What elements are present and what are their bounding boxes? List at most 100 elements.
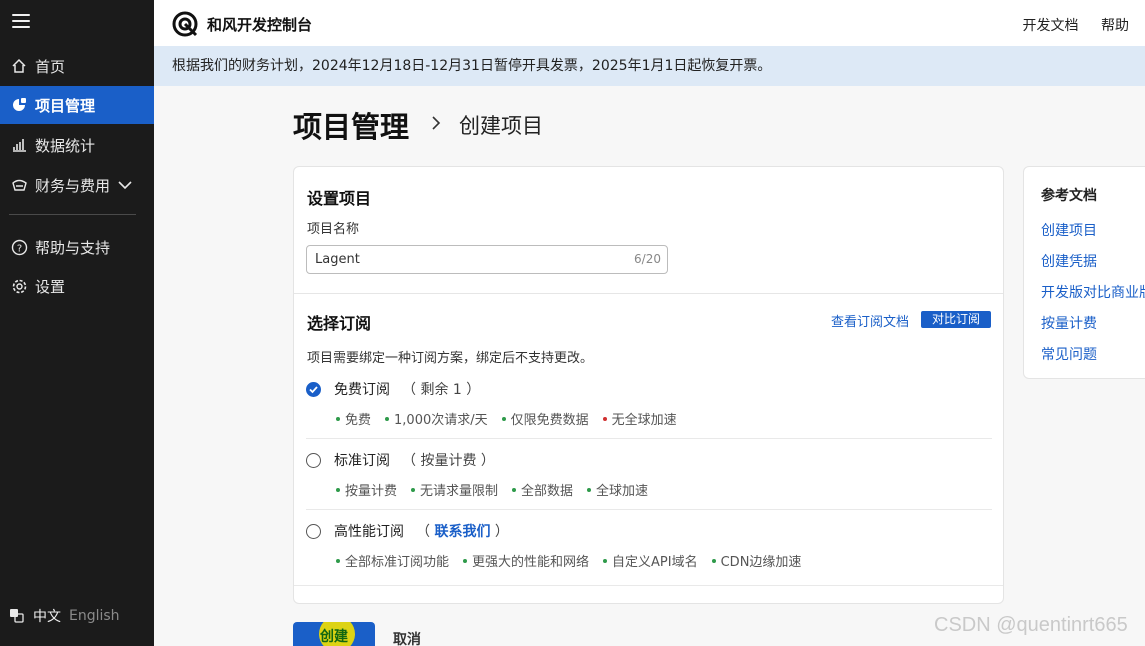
project-name-input[interactable]: Lagent 6/20: [306, 245, 668, 274]
page-title[interactable]: 项目管理: [293, 104, 409, 146]
bullet-dot: [587, 487, 592, 492]
plan-divider: [294, 585, 1003, 586]
cancel-button[interactable]: 取消: [393, 629, 421, 646]
language-switcher[interactable]: 中文 English: [9, 606, 120, 626]
feature-item: 无全球加速: [602, 409, 677, 428]
bullet-dot: [411, 487, 416, 492]
bullet-dot: [336, 558, 340, 563]
feature-text: 免费: [345, 413, 372, 428]
subscription-desc: 项目需要绑定一种订阅方案，绑定后不支持更改。: [307, 351, 594, 366]
compare-subscription-button[interactable]: 对比订阅: [921, 311, 991, 328]
sidebar-item-label: 首页: [35, 57, 66, 76]
bullet-dot: [336, 416, 340, 421]
sidebar-item-label: 帮助与支持: [35, 238, 111, 257]
feature-text: 仅限免费数据: [510, 413, 589, 428]
chevron-right-icon: [431, 115, 441, 136]
feature-item: 全部数据: [512, 480, 573, 499]
notice-banner: 根据我们的财务计划，2024年12月18日-12月31日暂停开具发票，2025年…: [154, 46, 1145, 86]
sidebar-item-projects[interactable]: 项目管理: [0, 86, 154, 124]
paren-open: （: [416, 524, 430, 540]
lang-en[interactable]: English: [69, 608, 120, 624]
create-button[interactable]: 创建: [293, 622, 375, 646]
reference-title: 参考文档: [1041, 188, 1097, 204]
feature-item: 全部标准订阅功能: [336, 551, 449, 570]
page-subtitle: 创建项目: [459, 114, 544, 138]
feature-text: 全球加速: [596, 484, 649, 499]
paren-close: ）: [480, 453, 495, 469]
sidebar-item-finance[interactable]: 财务与费用: [0, 166, 154, 204]
plan-note: （ 剩余 1 ）: [402, 379, 480, 399]
brand-title[interactable]: 和风开发控制台: [207, 14, 312, 35]
radio-unchecked-icon[interactable]: [306, 523, 321, 539]
plan-features: 全部标准订阅功能 更强大的性能和网络 自定义API域名 CDN边缘加速: [336, 551, 815, 570]
bullet-dot: [336, 487, 340, 492]
ref-link-create-credential[interactable]: 创建凭据: [1041, 251, 1097, 271]
bullet-dot: [602, 416, 607, 421]
plan-divider: [306, 509, 992, 510]
help-icon: ?: [10, 238, 28, 256]
setup-title: 设置项目: [307, 189, 372, 208]
sidebar-item-label: 财务与费用: [35, 176, 111, 195]
subscription-title: 选择订阅: [307, 314, 372, 333]
home-icon: [10, 57, 28, 75]
paren-open: （: [402, 382, 416, 398]
plan-divider: [306, 438, 992, 439]
feature-text: 更强大的性能和网络: [472, 555, 590, 570]
bullet-dot: [711, 558, 716, 563]
menu-icon[interactable]: [12, 14, 30, 30]
plan-note: （ 按量计费 ）: [402, 450, 495, 470]
ref-link-faq[interactable]: 常见问题: [1041, 344, 1097, 364]
feature-text: 无全球加速: [611, 413, 677, 428]
watermark: CSDN @quentinrt665: [934, 614, 1128, 636]
feature-text: 自定义API域名: [612, 555, 698, 570]
feature-item: 全球加速: [587, 480, 648, 499]
sidebar-item-stats[interactable]: 数据统计: [0, 126, 154, 164]
bullet-dot: [603, 558, 608, 563]
feature-text: 按量计费: [345, 484, 398, 499]
feature-item: 更强大的性能和网络: [463, 551, 589, 570]
ref-link-compare-editions[interactable]: 开发版对比商业版: [1041, 282, 1145, 302]
project-icon: [10, 96, 28, 114]
sidebar: 首页 项目管理 数据统计 财务与费用 ? 帮助与支持 设置 中文 English: [0, 0, 154, 646]
feature-text: CDN边缘加速: [720, 555, 802, 570]
sidebar-item-label: 项目管理: [35, 96, 96, 115]
top-links: 开发文档 帮助: [1005, 15, 1129, 35]
plan-note-text: 按量计费: [420, 453, 477, 469]
breadcrumb: 项目管理 创建项目: [293, 104, 543, 146]
wallet-icon: [10, 176, 28, 194]
feature-item: 1,000次请求/天: [385, 409, 488, 428]
plan-features: 按量计费 无请求量限制 全部数据 全球加速: [336, 480, 662, 499]
create-button-label: 创建: [320, 629, 348, 645]
gear-icon: [10, 277, 28, 295]
sidebar-item-label: 数据统计: [35, 136, 96, 155]
sidebar-item-settings[interactable]: 设置: [0, 267, 154, 305]
plan-features: 免费 1,000次请求/天 仅限免费数据 无全球加速: [336, 409, 691, 428]
sidebar-item-home[interactable]: 首页: [0, 47, 154, 85]
lang-zh[interactable]: 中文: [33, 606, 61, 626]
feature-text: 1,000次请求/天: [394, 413, 488, 428]
chevron-down-icon: [118, 176, 132, 194]
plan-name: 标准订阅: [334, 453, 390, 469]
project-name-value: Lagent: [315, 252, 360, 267]
plan-note-text: 剩余 1: [420, 382, 462, 398]
radio-unchecked-icon[interactable]: [306, 452, 321, 468]
paren-close: ）: [466, 382, 481, 398]
sidebar-item-help[interactable]: ? 帮助与支持: [0, 228, 154, 266]
plan-note: （ 联系我们 ）: [416, 521, 509, 541]
docs-link[interactable]: 开发文档: [1023, 18, 1079, 34]
bullet-dot: [512, 487, 517, 492]
chart-icon: [10, 136, 28, 154]
paren-close: ）: [494, 524, 509, 540]
feature-item: 按量计费: [336, 480, 397, 499]
radio-checked-icon[interactable]: [306, 381, 321, 397]
ref-link-create-project[interactable]: 创建项目: [1041, 220, 1097, 240]
feature-text: 全部标准订阅功能: [345, 555, 450, 570]
contact-us-link[interactable]: 联系我们: [434, 524, 490, 540]
help-link[interactable]: 帮助: [1101, 18, 1129, 34]
logo-icon[interactable]: [172, 11, 198, 37]
feature-text: 无请求量限制: [420, 484, 499, 499]
main-content: 项目管理 创建项目 设置项目 项目名称 Lagent 6/20 选择订阅 查看订…: [154, 86, 1145, 646]
ref-link-pay-as-you-go[interactable]: 按量计费: [1041, 313, 1097, 333]
feature-text: 全部数据: [521, 484, 574, 499]
view-subscription-docs-link[interactable]: 查看订阅文档: [831, 311, 909, 330]
